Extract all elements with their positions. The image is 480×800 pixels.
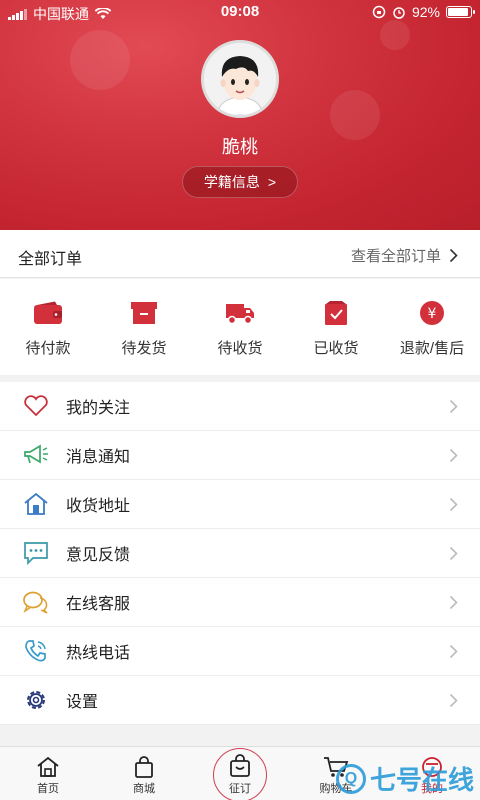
menu-item-label: 设置 xyxy=(66,694,99,711)
chat-bubbles-icon xyxy=(22,588,50,616)
student-info-arrow: > xyxy=(267,174,277,190)
menu-item-label: 我的关注 xyxy=(66,400,131,417)
profile-menu: 我的关注 消息通知 收货地址 意见反馈 在线客服 热线电话 设置 xyxy=(0,382,480,725)
chevron-right-icon xyxy=(449,399,458,413)
received-box-icon xyxy=(320,299,352,327)
menu-item-notifications[interactable]: 消息通知 xyxy=(0,431,480,480)
truck-icon xyxy=(224,299,256,327)
heart-icon xyxy=(22,392,50,420)
order-pending-shipment[interactable]: 待发货 xyxy=(96,279,192,375)
view-all-orders-link[interactable]: 查看全部订单 xyxy=(351,245,458,266)
phone-icon xyxy=(22,637,50,665)
chevron-right-icon xyxy=(449,497,458,511)
chevron-right-icon xyxy=(449,595,458,609)
subscribe-bag-icon xyxy=(230,754,250,777)
profile-header: 中国联通 09:08 92% 脆桃 学籍信息 > xyxy=(0,0,480,230)
menu-item-label: 意见反馈 xyxy=(66,547,131,564)
orders-header: 全部订单 查看全部订单 xyxy=(0,230,480,278)
menu-item-hotline[interactable]: 热线电话 xyxy=(0,627,480,676)
menu-item-label: 在线客服 xyxy=(66,596,131,613)
order-status-row: 待付款 待发货 待收货 已收货 ¥ 退款/售后 xyxy=(0,279,480,375)
chevron-right-icon xyxy=(449,644,458,658)
tab-label: 商城 xyxy=(133,783,155,795)
megaphone-icon xyxy=(22,441,50,469)
view-all-orders-label: 查看全部订单 xyxy=(350,248,441,265)
order-pending-payment[interactable]: 待付款 xyxy=(0,279,96,375)
battery-percent: 92% xyxy=(411,4,440,20)
bokeh-decoration xyxy=(70,30,130,90)
chevron-right-icon xyxy=(449,448,458,462)
alarm-icon xyxy=(393,7,405,19)
order-refund-aftersale[interactable]: ¥ 退款/售后 xyxy=(384,279,480,375)
tab-home[interactable]: 首页 xyxy=(0,747,96,800)
tab-label: 首页 xyxy=(37,783,59,795)
tab-mall[interactable]: 商城 xyxy=(96,747,192,800)
order-received[interactable]: 已收货 xyxy=(288,279,384,375)
bokeh-decoration xyxy=(380,20,410,50)
shopping-bag-icon xyxy=(135,756,153,778)
avatar-boy-icon xyxy=(204,43,276,115)
gear-icon xyxy=(22,686,50,714)
watermark-text: 七号在线 xyxy=(369,765,474,795)
student-info-label: 学籍信息 xyxy=(203,174,260,190)
menu-item-online-service[interactable]: 在线客服 xyxy=(0,578,480,627)
yen-icon: ¥ xyxy=(416,299,448,327)
menu-item-label: 热线电话 xyxy=(66,645,131,662)
rotation-lock-icon xyxy=(372,5,386,19)
menu-item-feedback[interactable]: 意见反馈 xyxy=(0,529,480,578)
menu-item-settings[interactable]: 设置 xyxy=(0,676,480,725)
watermark-logo-icon: Q xyxy=(335,763,366,794)
chevron-right-icon xyxy=(449,248,458,263)
box-icon xyxy=(128,299,160,327)
order-status-label: 退款/售后 xyxy=(399,340,465,357)
tab-subscribe[interactable]: 征订 xyxy=(192,747,288,800)
menu-item-follows[interactable]: 我的关注 xyxy=(0,382,480,431)
tab-label: 征订 xyxy=(229,783,251,795)
username: 脆桃 xyxy=(222,137,258,157)
home-icon xyxy=(37,756,59,777)
order-status-label: 已收货 xyxy=(313,340,359,357)
student-info-button[interactable]: 学籍信息 > xyxy=(182,166,298,198)
menu-item-label: 消息通知 xyxy=(66,449,131,466)
orders-title: 全部订单 xyxy=(18,251,83,268)
menu-item-address[interactable]: 收货地址 xyxy=(0,480,480,529)
svg-text:¥: ¥ xyxy=(428,306,437,322)
battery-icon xyxy=(446,6,475,18)
order-status-label: 待付款 xyxy=(25,340,71,357)
avatar[interactable] xyxy=(201,40,279,118)
chat-bubble-icon xyxy=(22,539,50,567)
status-bar: 中国联通 09:08 92% xyxy=(0,0,480,24)
order-status-label: 待收货 xyxy=(217,340,263,357)
wallet-icon xyxy=(32,299,64,327)
order-pending-receipt[interactable]: 待收货 xyxy=(192,279,288,375)
house-icon xyxy=(22,490,50,518)
menu-item-label: 收货地址 xyxy=(66,498,131,515)
chevron-right-icon xyxy=(449,693,458,707)
watermark: Q 七号在线 xyxy=(335,760,474,797)
order-status-label: 待发货 xyxy=(121,340,167,357)
chevron-right-icon xyxy=(449,546,458,560)
